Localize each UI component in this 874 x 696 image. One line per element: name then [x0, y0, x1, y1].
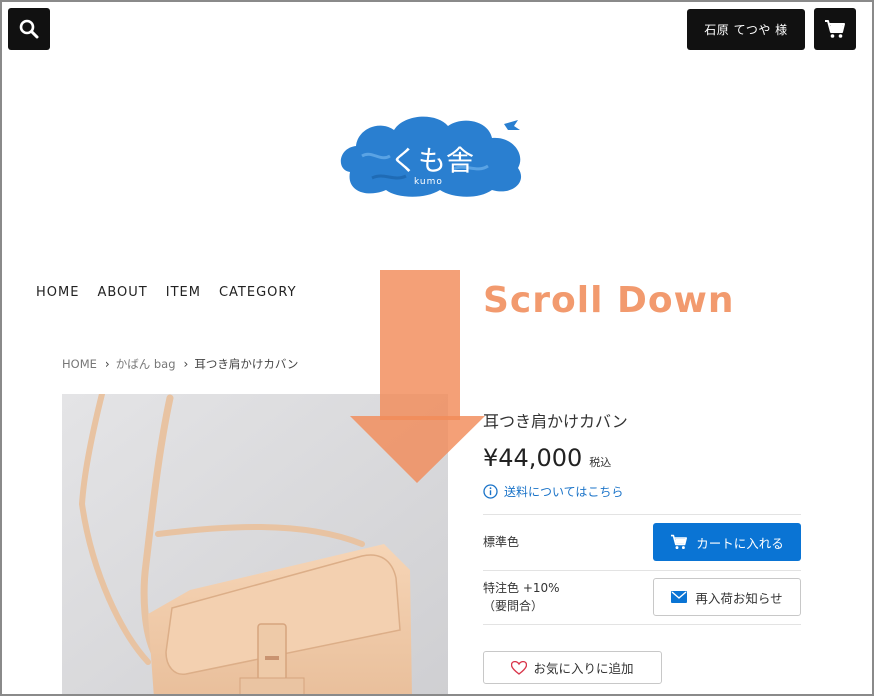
restock-notify-button[interactable]: 再入荷お知らせ [653, 578, 801, 616]
scroll-down-label: Scroll Down [483, 280, 735, 321]
search-icon [19, 19, 39, 39]
cart-button[interactable] [814, 8, 856, 50]
breadcrumb-current: 耳つき肩かけカバン [194, 357, 299, 371]
nav-item-item[interactable]: ITEM [166, 285, 201, 300]
heart-icon [511, 660, 528, 675]
product-price: ¥44,000 [483, 444, 583, 472]
user-account-button[interactable]: 石原 てつや 様 [687, 9, 805, 50]
cart-icon [671, 534, 688, 550]
add-to-favorites-button[interactable]: お気に入りに追加 [483, 651, 662, 684]
divider [483, 514, 801, 515]
variant-label-standard: 標準色 [483, 535, 520, 549]
search-button[interactable] [8, 8, 50, 50]
add-to-cart-label: カートに入れる [696, 535, 784, 551]
info-icon [483, 484, 498, 499]
site-logo[interactable]: くも舎 kumo [332, 110, 532, 200]
page-frame: 石原 てつや 様 くも舎 kumo HOME ABOUT ITEM CATEGO… [0, 0, 874, 696]
favorites-label: お気に入りに追加 [533, 661, 634, 676]
price-block: ¥44,000 税込 [483, 444, 611, 472]
shipping-link-label: 送料についてはこちら [504, 485, 624, 499]
breadcrumb: HOME › かばん bag › 耳つき肩かけカバン [62, 356, 298, 372]
divider [483, 570, 801, 571]
nav-item-category[interactable]: CATEGORY [219, 285, 297, 300]
mail-icon [671, 591, 688, 603]
variant-label-custom: 特注色 +10%（要問合） [483, 581, 560, 613]
nav-item-about[interactable]: ABOUT [97, 285, 147, 300]
product-image[interactable] [62, 394, 448, 694]
nav-item-home[interactable]: HOME [36, 285, 79, 300]
chevron-right-icon: › [183, 357, 189, 371]
divider [483, 624, 801, 625]
product-title: 耳つき肩かけカバン [483, 412, 628, 431]
cart-icon [825, 20, 845, 38]
breadcrumb-home[interactable]: HOME [62, 357, 97, 371]
main-nav: HOME ABOUT ITEM CATEGORY [36, 285, 315, 300]
logo-subtext: kumo [414, 177, 443, 187]
chevron-right-icon: › [104, 357, 110, 371]
logo-text: くも舎 [390, 144, 474, 177]
breadcrumb-category[interactable]: かばん bag [116, 356, 176, 372]
add-to-cart-button[interactable]: カートに入れる [653, 523, 801, 561]
restock-label: 再入荷お知らせ [695, 590, 783, 606]
shipping-info-link[interactable]: 送料についてはこちら [483, 483, 623, 500]
tax-label: 税込 [589, 456, 612, 469]
